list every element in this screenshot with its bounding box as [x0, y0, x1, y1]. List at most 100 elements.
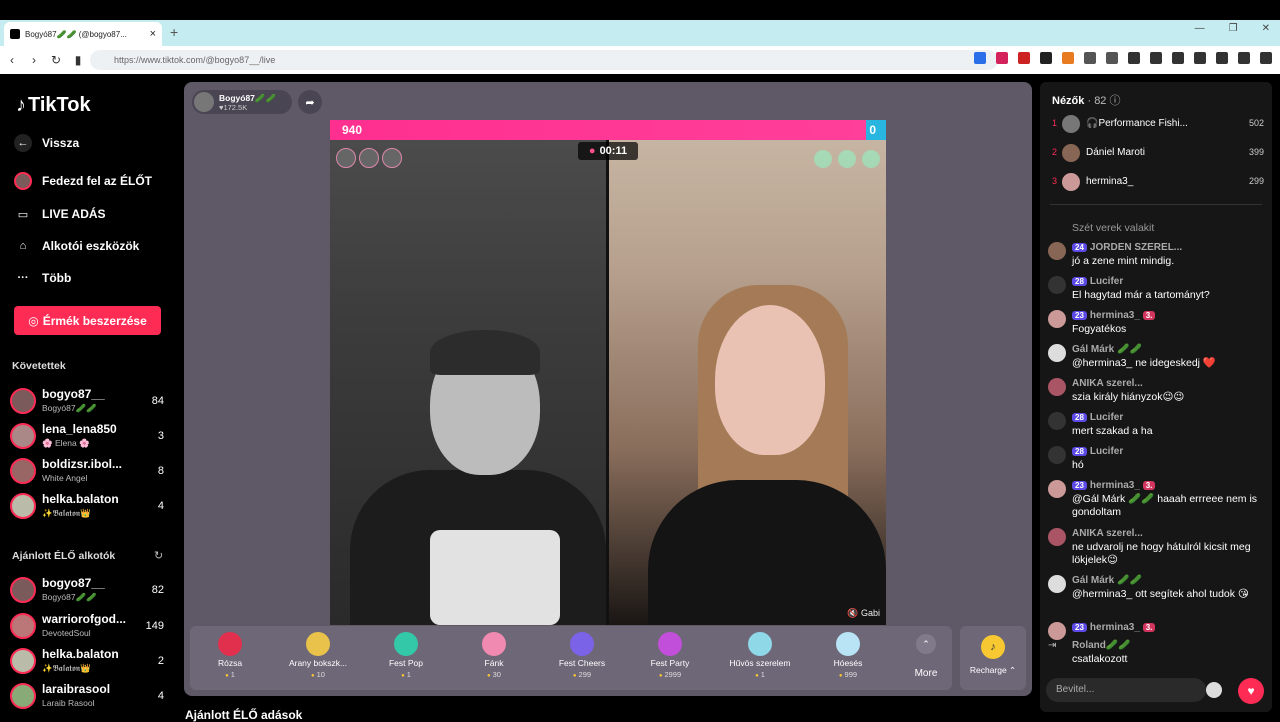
recommended-account[interactable]: warriorofgod... DevotedSoul 149	[10, 611, 168, 641]
share-icon[interactable]: ➦	[298, 90, 322, 114]
browser-tab[interactable]: Bogyó87🥒🥒 (@bogyo87... ×	[4, 22, 162, 46]
nav-explore-live[interactable]: Fedezd fel az ÉLŐT	[14, 172, 152, 190]
nav-creator-tools[interactable]: ⌂ Alkotói eszközök	[14, 237, 140, 255]
message-author[interactable]: Gál Márk 🥒🥒	[1072, 575, 1142, 586]
url-field[interactable]: https://www.tiktok.com/@bogyo87__/live	[90, 50, 998, 70]
new-tab-icon[interactable]: +	[170, 24, 178, 40]
message-text: csatlakozott	[1072, 653, 1128, 665]
gift-item[interactable]: Fest Pop 1	[366, 630, 446, 690]
extension-icon[interactable]	[1062, 52, 1074, 64]
gift-item[interactable]: Fánk 30	[454, 630, 534, 690]
recommended-account[interactable]: bogyo87__ Bogyó87🥒🥒 82	[10, 575, 168, 605]
top-viewer[interactable]: 1 🎧Performance Fishi... 502	[1050, 114, 1264, 134]
avatar[interactable]	[1048, 310, 1066, 328]
gift-item[interactable]: Fest Party 2999	[630, 630, 710, 690]
host-info[interactable]: Bogyó87🥒🥒 ♥172.5K	[192, 90, 292, 114]
extension-icon[interactable]	[1106, 52, 1118, 64]
close-window-icon[interactable]: ✕	[1262, 23, 1270, 34]
viewer-count: 149	[145, 620, 164, 632]
get-coins-button[interactable]: ◎ Érmék beszerzése	[14, 306, 161, 335]
extension-icon[interactable]	[1194, 52, 1206, 64]
avatar[interactable]	[1048, 378, 1066, 396]
avatar[interactable]	[1048, 242, 1066, 260]
message-author[interactable]: 28 Lucifer	[1072, 276, 1123, 287]
viewer-score: 502	[1248, 118, 1264, 128]
info-icon[interactable]: ⓘ	[1110, 95, 1121, 107]
recommended-account[interactable]: helka.balaton ✨𝕭𝖆𝖑𝖆𝖙𝖔𝖓👑 2	[10, 646, 168, 676]
wallet-icon[interactable]	[1172, 52, 1184, 64]
gifter-avatar[interactable]	[336, 148, 356, 168]
avatar[interactable]	[1048, 622, 1066, 640]
extension-icon[interactable]	[974, 52, 986, 64]
extension-icon[interactable]	[996, 52, 1008, 64]
top-viewer[interactable]: 3 hermina3_ 299	[1050, 172, 1264, 192]
message-author[interactable]: ANIKA szerel...	[1072, 528, 1143, 539]
top-viewer[interactable]: 2 Dániel Maroti 399	[1050, 143, 1264, 163]
puzzle-icon[interactable]	[1084, 52, 1096, 64]
avatar[interactable]	[1048, 344, 1066, 362]
nav-back[interactable]: ← Vissza	[14, 134, 79, 152]
message-text: @hermina3_ ott segítek ahol tudok 😘	[1072, 588, 1249, 600]
gifter-avatar[interactable]	[382, 148, 402, 168]
message-author[interactable]: 23 hermina3_ 3.	[1072, 622, 1158, 633]
rose-icon	[218, 632, 242, 656]
more-gifts-button[interactable]: ⌃ More	[906, 634, 946, 679]
extension-icon[interactable]	[1018, 52, 1030, 64]
restore-icon[interactable]: ❐	[1229, 23, 1238, 34]
avatar[interactable]	[1048, 412, 1066, 430]
recharge-button[interactable]: ♪ Recharge ⌃	[960, 626, 1026, 690]
account-subtitle: White Angel	[42, 473, 88, 483]
menu-dots-icon[interactable]	[1260, 52, 1272, 64]
extension-icon[interactable]	[1040, 52, 1052, 64]
reload-icon[interactable]: ↻	[46, 53, 66, 67]
following-account[interactable]: lena_lena850 🌸 Elena 🌸 3	[10, 421, 168, 451]
back-icon[interactable]: ‹	[2, 53, 22, 67]
gift-label: Fest Cheers	[558, 658, 606, 668]
avatar[interactable]	[1048, 575, 1066, 593]
following-account[interactable]: helka.balaton ✨𝕭𝖆𝖑𝖆𝖙𝖔𝖓👑 4	[10, 491, 168, 521]
close-tab-icon[interactable]: ×	[150, 28, 156, 40]
message-author[interactable]: 28 Lucifer	[1072, 446, 1123, 457]
avatar[interactable]	[1048, 276, 1066, 294]
shield-icon[interactable]	[1238, 52, 1250, 64]
message-author[interactable]: Gál Márk 🥒🥒	[1072, 344, 1142, 355]
sparkle-icon[interactable]	[1216, 52, 1228, 64]
avatar[interactable]	[1048, 480, 1066, 498]
message-author[interactable]: 23 hermina3_ 3.	[1072, 310, 1158, 321]
bookmark-icon[interactable]: ▮	[68, 53, 88, 67]
tiktok-logo[interactable]: ♪ TikTok	[16, 94, 91, 117]
recommended-account[interactable]: laraibrasool Laraib Rasool 4	[10, 681, 168, 711]
viewer-rank: 2	[1052, 147, 1058, 157]
account-subtitle: Bogyó87🥒🥒	[42, 592, 97, 602]
message-author[interactable]: Roland🥒🥒	[1072, 640, 1131, 651]
gift-item[interactable]: Rózsa 1	[190, 630, 270, 690]
following-account[interactable]: boldizsr.ibol... White Angel 8	[10, 456, 168, 486]
nav-more[interactable]: ··· Több	[14, 269, 72, 287]
message-author[interactable]: 24 JORDEN SZEREL...	[1072, 242, 1182, 253]
live-video[interactable]: 940 0 ● 00:11 🔇 Gabi	[330, 120, 886, 625]
message-author[interactable]: 28 Lucifer	[1072, 412, 1123, 423]
sidebar-icon[interactable]	[1150, 52, 1162, 64]
gifter-avatar[interactable]	[359, 148, 379, 168]
emoji-icon[interactable]	[1206, 682, 1222, 698]
viewers-header[interactable]: Nézők · 82 ⓘ	[1052, 92, 1121, 108]
gift-item[interactable]: Hóesés 999	[808, 630, 888, 690]
gift-label: Rózsa	[217, 658, 243, 668]
forward-icon[interactable]: ›	[24, 53, 44, 67]
gift-item[interactable]: Fest Cheers 299	[542, 630, 622, 690]
music-icon[interactable]	[1128, 52, 1140, 64]
nav-live-studio[interactable]: ▭ LIVE ADÁS	[14, 205, 106, 223]
avatar[interactable]	[1048, 528, 1066, 546]
avatar	[10, 388, 36, 414]
following-account[interactable]: bogyo87__ Bogyó87🥒🥒 84	[10, 386, 168, 416]
refresh-icon[interactable]: ↻	[154, 549, 163, 562]
avatar[interactable]	[1048, 446, 1066, 464]
message-author[interactable]: 23 hermina3_ 3.	[1072, 480, 1158, 491]
host-hair	[430, 330, 540, 375]
heart-icon[interactable]: ♥	[1238, 678, 1264, 704]
gift-item[interactable]: Arany bokszk... 10	[278, 630, 358, 690]
gift-item[interactable]: Hűvös szerelem 1	[720, 630, 800, 690]
minimize-icon[interactable]: —	[1195, 23, 1205, 34]
chat-input[interactable]: Bevitel...	[1046, 678, 1206, 702]
message-author[interactable]: ANIKA szerel...	[1072, 378, 1143, 389]
